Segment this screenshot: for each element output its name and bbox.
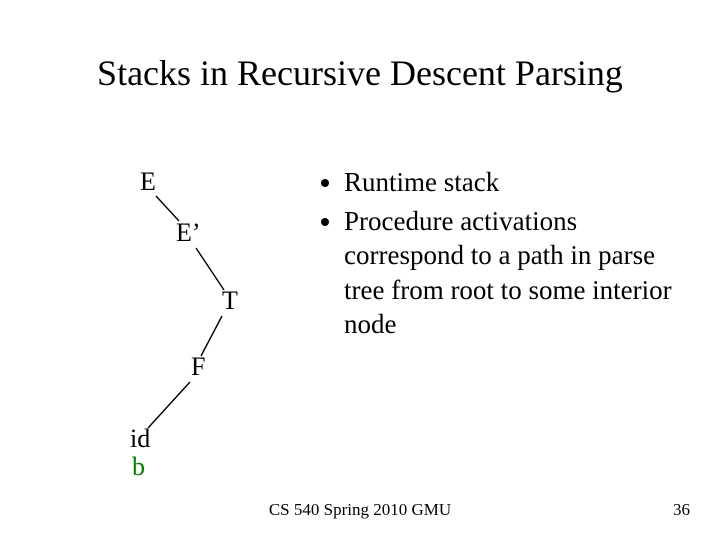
bullet-list: Runtime stack Procedure activations corr… — [318, 165, 698, 346]
footer-course: CS 540 Spring 2010 GMU — [0, 500, 720, 520]
bullet-item: Runtime stack — [344, 165, 698, 200]
tree-node-E: E — [140, 167, 156, 197]
tree-node-T: T — [222, 286, 238, 316]
bullet-item: Procedure activations correspond to a pa… — [344, 204, 698, 342]
tree-node-F: F — [191, 352, 205, 382]
tree-node-id: id — [130, 424, 150, 454]
tree-node-Eprime: E’ — [176, 218, 201, 248]
footer-page-number: 36 — [673, 500, 690, 520]
tree-node-b: b — [132, 452, 145, 482]
